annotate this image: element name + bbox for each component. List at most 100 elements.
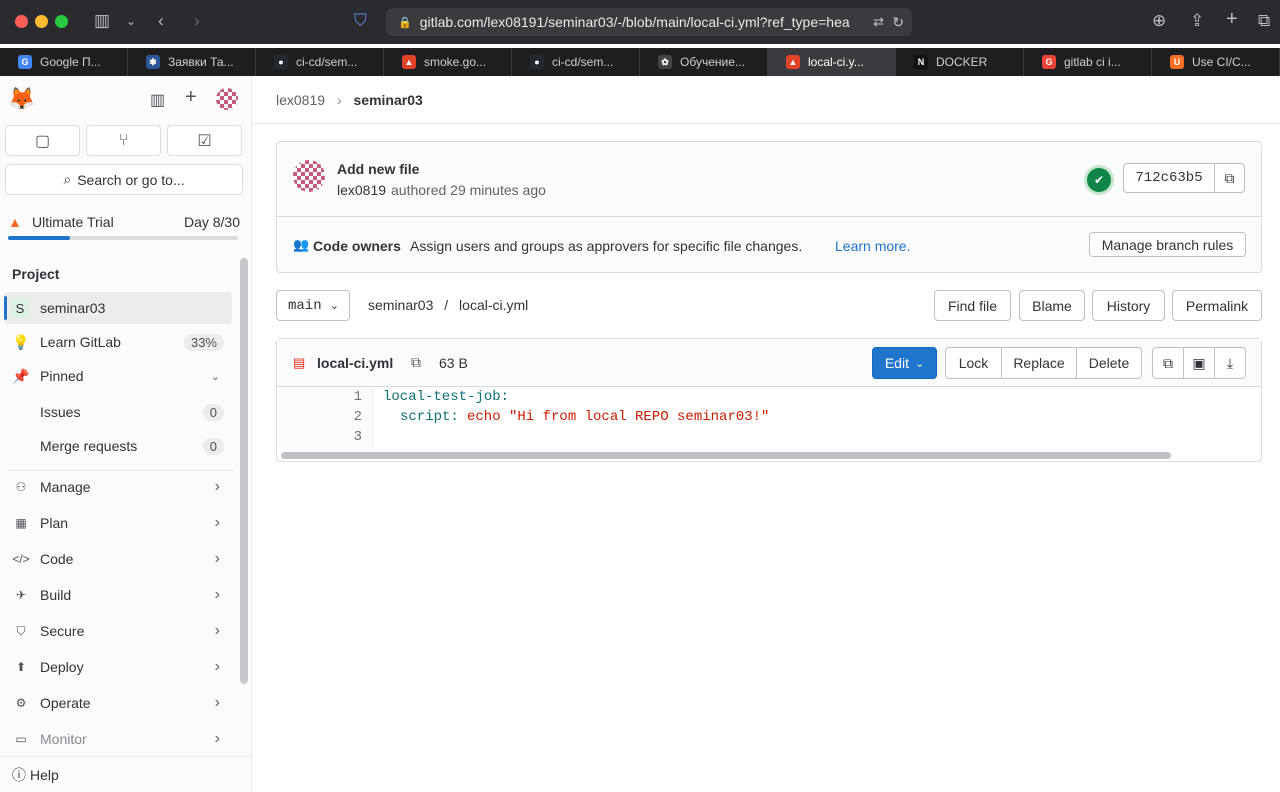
path-repo-link[interactable]: seminar03 <box>368 297 433 313</box>
browser-tab[interactable]: ● ci-cd/sem... <box>512 48 640 76</box>
button-label: Delete <box>1088 355 1130 371</box>
browser-tab[interactable]: ✿ Обучение... <box>640 48 768 76</box>
browser-tab[interactable]: N DOCKER <box>896 48 1024 76</box>
browser-tab[interactable]: Ggitlab ci i... <box>1024 48 1152 76</box>
button-label: Replace <box>1013 355 1065 371</box>
horizontal-scrollbar[interactable] <box>281 452 1171 459</box>
download-button[interactable]: ⤓ <box>1214 347 1246 379</box>
sidebar-item-secure[interactable]: ⛉ Secure › <box>4 615 232 647</box>
code-view: 1 2 3 local-test-job: script: echo "Hi f… <box>277 388 1261 448</box>
address-bar[interactable]: 🔒 gitlab.com/lex08191/seminar03/-/blob/m… <box>386 8 912 36</box>
share-icon[interactable]: ⇪ <box>1190 11 1204 31</box>
issues-count-badge: 0 <box>202 403 224 421</box>
sidebar-item-merge-requests[interactable]: Merge requests 0 <box>4 430 232 462</box>
sidebar-item-plan[interactable]: ▦ Plan › <box>4 507 232 539</box>
browser-tab[interactable]: ▲ smoke.go... <box>384 48 512 76</box>
blame-button[interactable]: Blame <box>1019 290 1085 321</box>
chevron-down-icon[interactable]: ⌄ <box>126 11 136 31</box>
commit-title-link[interactable]: Add new file <box>337 161 419 177</box>
merge-requests-shortcut-button[interactable]: ⑂ <box>86 125 161 156</box>
sidebar-item-label: Plan <box>40 515 69 531</box>
sidebar-item-code[interactable]: </> Code › <box>4 543 232 575</box>
find-file-button[interactable]: Find file <box>934 290 1011 321</box>
manage-branch-rules-button[interactable]: Manage branch rules <box>1089 232 1246 257</box>
sidebar-item-deploy[interactable]: ⬆ Deploy › <box>4 651 232 683</box>
browser-tab[interactable]: G Google П... <box>0 48 128 76</box>
reload-icon[interactable]: ↻ <box>892 14 904 31</box>
sidebar-item-manage[interactable]: ⚇ Manage › <box>4 471 232 503</box>
operate-icon: ⚙ <box>15 696 27 710</box>
breadcrumb-owner-link[interactable]: lex0819 <box>276 92 325 108</box>
sidebar-item-build[interactable]: ✈ Build › <box>4 579 232 611</box>
copy-sha-button[interactable]: ⧉ <box>1214 163 1245 193</box>
users-icon: ⚇ <box>15 480 27 494</box>
edit-button[interactable]: Edit ⌄ <box>872 347 937 379</box>
learn-more-link[interactable]: Learn more. <box>835 238 910 254</box>
commit-author-avatar[interactable] <box>293 160 325 192</box>
search-button[interactable]: ⌕ Search or go to... <box>5 164 243 195</box>
browser-tab[interactable]: ● ci-cd/sem... <box>256 48 384 76</box>
tab-overview-icon[interactable]: ⧉ <box>1258 11 1270 31</box>
delete-button[interactable]: Delete <box>1076 347 1142 379</box>
copy-contents-button[interactable]: ⧉ <box>1152 347 1184 379</box>
line-number[interactable]: 3 <box>354 429 362 445</box>
back-icon[interactable]: ‹ <box>158 11 164 31</box>
sidebar-item-project[interactable]: S seminar03 <box>4 292 232 324</box>
gitlab-logo-icon[interactable]: 🦊 <box>8 86 35 112</box>
forward-icon[interactable]: › <box>194 11 200 31</box>
tab-favicon-icon: ✿ <box>658 55 672 69</box>
sidebar-item-pinned[interactable]: 📌 Pinned ⌄ <box>4 360 232 392</box>
help-button[interactable]: ⓘ Help <box>0 756 252 792</box>
sidebar-item-label: Code <box>40 551 74 567</box>
commit-sha-button[interactable]: 712c63b5 <box>1123 163 1215 193</box>
copy-path-icon[interactable]: ⧉ <box>411 354 421 371</box>
lock-button[interactable]: Lock <box>945 347 1002 379</box>
browser-toolbar: ▥ ⌄ ‹ › ⛉ 🔒 gitlab.com/lex08191/seminar0… <box>0 0 1280 44</box>
active-indicator <box>4 296 7 320</box>
pipeline-status-icon[interactable]: ✔ <box>1087 168 1111 192</box>
replace-button[interactable]: Replace <box>1001 347 1077 379</box>
permalink-button[interactable]: Permalink <box>1172 290 1262 321</box>
branch-selector[interactable]: main ⌄ <box>276 290 350 321</box>
help-icon: ⓘ <box>12 766 26 783</box>
sidebar-item-issues[interactable]: Issues 0 <box>4 396 232 428</box>
commit-author-link[interactable]: lex0819 <box>337 182 386 198</box>
tab-favicon-icon: ▲ <box>786 55 800 69</box>
browser-tab[interactable]: ▲ local-ci.y... <box>768 48 896 76</box>
chevron-down-icon: ⌄ <box>914 357 925 370</box>
sidebar-scrollbar[interactable] <box>240 258 248 684</box>
file-name: local-ci.yml <box>317 355 394 371</box>
tab-label: ci-cd/sem... <box>552 55 614 69</box>
new-tab-icon[interactable]: + <box>1226 9 1238 29</box>
tab-label: Google П... <box>40 55 101 69</box>
line-number[interactable]: 1 <box>354 389 362 405</box>
download-icon[interactable]: ⊕ <box>1152 11 1166 31</box>
sidebar-item-monitor[interactable]: ▭ Monitor › <box>4 723 232 755</box>
issues-shortcut-button[interactable]: ▢ <box>5 125 80 156</box>
maximize-window-button[interactable] <box>55 15 68 28</box>
sidebar-item-operate[interactable]: ⚙ Operate › <box>4 687 232 719</box>
collapse-sidebar-icon[interactable]: ▥ <box>150 90 165 110</box>
line-number[interactable]: 2 <box>354 409 362 425</box>
user-avatar[interactable] <box>216 88 238 110</box>
sidebar-toggle-icon[interactable]: ▥ <box>94 11 110 31</box>
tab-favicon-icon: N <box>914 55 928 69</box>
create-new-icon[interactable]: + <box>185 86 197 109</box>
sidebar-item-label: Secure <box>40 623 85 639</box>
translate-icon[interactable]: ⇄ <box>873 14 884 30</box>
tab-favicon-icon: G <box>1042 55 1056 69</box>
sidebar-item-label: Deploy <box>40 659 84 675</box>
tab-label: Заявки Та... <box>168 55 234 69</box>
sidebar-item-learn-gitlab[interactable]: 💡 Learn GitLab 33% <box>4 326 232 358</box>
shield-extension-icon[interactable]: ⛉ <box>354 11 367 31</box>
todo-shortcut-button[interactable]: ☑ <box>167 125 242 156</box>
section-heading-project: Project <box>12 266 60 282</box>
tab-favicon-icon: ● <box>274 55 288 69</box>
breadcrumb-project-link[interactable]: seminar03 <box>354 92 423 108</box>
minimize-window-button[interactable] <box>35 15 48 28</box>
browser-tab[interactable]: ✱ Заявки Та... <box>128 48 256 76</box>
close-window-button[interactable] <box>15 15 28 28</box>
open-raw-button[interactable]: ▣ <box>1183 347 1215 379</box>
browser-tab[interactable]: U Use CI/C... <box>1152 48 1280 76</box>
history-button[interactable]: History <box>1092 290 1165 321</box>
